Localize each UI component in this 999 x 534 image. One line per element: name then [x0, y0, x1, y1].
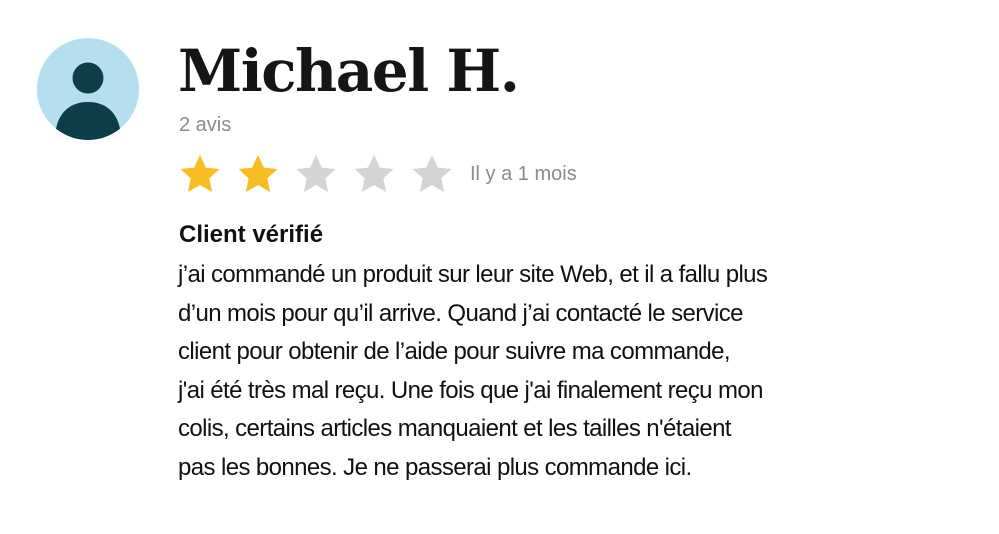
user-silhouette-icon	[55, 62, 121, 140]
avatar	[37, 38, 139, 140]
star-icon	[296, 154, 336, 192]
review-text-line: j’ai commandé un produit sur leur site W…	[178, 261, 768, 288]
star-icon	[180, 154, 220, 192]
review-count: 2 avis	[179, 114, 232, 136]
review-text: j’ai commandé un produit sur leur site W…	[178, 256, 968, 487]
star-icon	[238, 154, 278, 192]
review-text-line: client pour obtenir de l’aide pour suivr…	[178, 338, 731, 365]
star-rating: Il y a 1 mois	[178, 150, 577, 198]
review-card: Michael H. 2 avis Il y a 1 mois Client v…	[0, 0, 999, 534]
star-icon	[412, 154, 452, 192]
review-text-line: colis, certains articles manquaient et l…	[178, 415, 731, 442]
star-icon	[354, 154, 394, 192]
review-date: Il y a 1 mois	[470, 163, 577, 185]
review-text-line: j'ai été très mal reçu. Une fois que j'a…	[178, 376, 763, 404]
review-text-line: pas les bonnes. Je ne passerai plus comm…	[178, 453, 692, 481]
verified-customer-label: Client vérifié	[179, 221, 324, 248]
reviewer-name: Michael H.	[178, 37, 520, 105]
review-text-line: d’un mois pour qu’il arrive. Quand j’ai …	[178, 299, 744, 327]
